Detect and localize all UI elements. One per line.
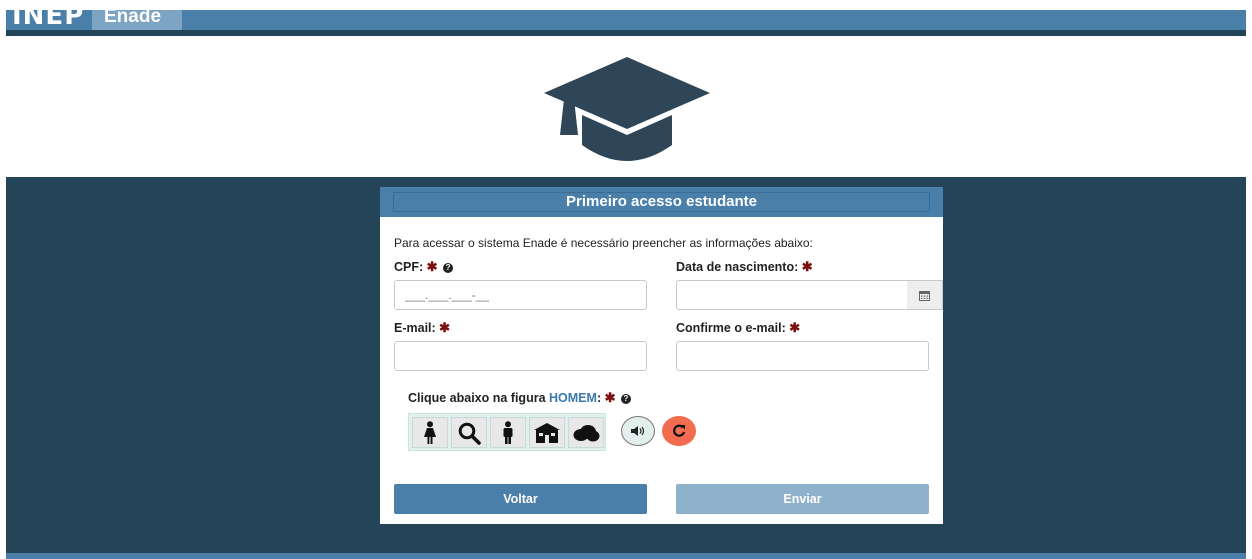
calendar-icon — [919, 290, 930, 301]
captcha-image-strip — [408, 413, 606, 451]
captcha-label-suffix: : — [596, 391, 602, 405]
cpf-label: CPF: ✱ ? — [394, 259, 454, 275]
captcha-option-woman[interactable] — [412, 417, 448, 448]
required-asterisk-icon: ✱ — [789, 320, 801, 335]
panel-header: Primeiro acesso estudante — [380, 187, 943, 217]
graduation-cap-icon — [542, 55, 712, 170]
birth-date-label: Data de nascimento: ✱ — [676, 259, 813, 275]
refresh-icon — [673, 424, 686, 437]
app-tab-enade[interactable]: Enade — [92, 10, 182, 30]
cloud-icon — [573, 424, 600, 441]
back-button[interactable]: Voltar — [394, 484, 647, 514]
captcha-option-magnifier[interactable] — [451, 417, 487, 448]
required-asterisk-icon: ✱ — [439, 320, 451, 335]
logo-text: INEP — [12, 10, 85, 30]
email-input[interactable] — [394, 341, 647, 371]
cpf-label-text: CPF: — [394, 260, 424, 274]
captcha-label-prefix: Clique abaixo na figura — [408, 391, 546, 405]
captcha-target-word: HOMEM — [549, 391, 597, 405]
top-navbar-shadow — [6, 30, 1246, 36]
footer-bar — [6, 553, 1246, 559]
required-asterisk-icon: ✱ — [426, 259, 438, 274]
help-icon[interactable]: ? — [443, 263, 454, 273]
top-navbar — [6, 10, 1246, 30]
captcha-audio-button[interactable] — [621, 416, 655, 446]
form-intro: Para acessar o sistema Enade é necessári… — [394, 236, 813, 250]
woman-icon — [424, 420, 436, 444]
man-icon — [503, 420, 513, 444]
house-icon — [534, 422, 560, 443]
captcha-refresh-button[interactable] — [662, 416, 696, 446]
send-button[interactable]: Enviar — [676, 484, 929, 514]
help-icon[interactable]: ? — [620, 394, 631, 404]
birth-date-label-text: Data de nascimento: — [676, 260, 799, 274]
cpf-input[interactable] — [394, 280, 647, 310]
email-label: E-mail: ✱ — [394, 320, 450, 336]
speaker-icon — [631, 426, 645, 436]
captcha-option-house[interactable] — [529, 417, 565, 448]
page: INEP Enade Primeiro acesso estudante Par… — [0, 0, 1252, 559]
inep-logo[interactable]: INEP — [6, 10, 88, 30]
captcha-option-man[interactable] — [490, 417, 526, 448]
email-label-text: E-mail: — [394, 321, 436, 335]
confirm-email-input[interactable] — [676, 341, 929, 371]
captcha-option-cloud[interactable] — [568, 417, 604, 448]
panel-title: Primeiro acesso estudante — [393, 192, 930, 212]
first-access-panel: Primeiro acesso estudante Para acessar o… — [380, 187, 943, 524]
required-asterisk-icon: ✱ — [801, 259, 813, 274]
confirm-email-label-text: Confirme o e-mail: — [676, 321, 786, 335]
app-name: Enade — [104, 10, 162, 27]
birth-date-input[interactable] — [676, 280, 908, 310]
required-asterisk-icon: ✱ — [604, 390, 616, 405]
captcha-label: Clique abaixo na figura HOMEM: ✱ ? — [408, 390, 631, 406]
confirm-email-label: Confirme o e-mail: ✱ — [676, 320, 800, 336]
magnifier-icon — [458, 422, 481, 445]
calendar-button[interactable] — [907, 280, 943, 310]
